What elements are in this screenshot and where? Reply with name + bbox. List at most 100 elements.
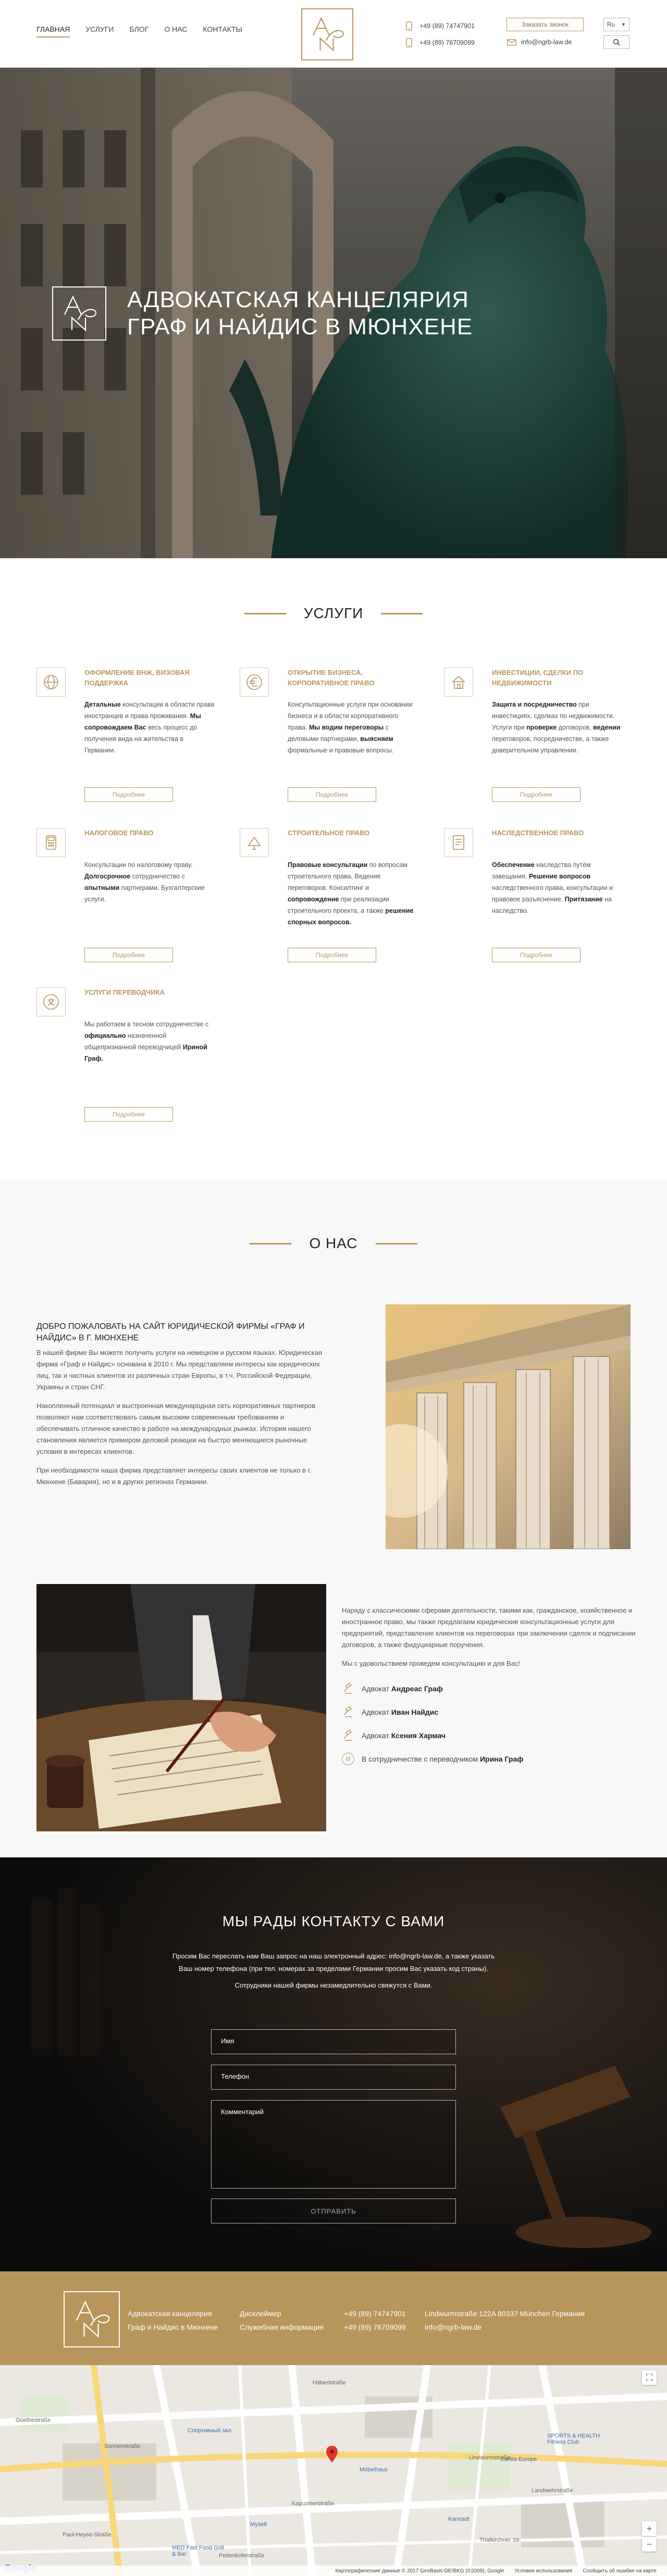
- map-street-label: Kapuzinerstraße: [292, 2500, 334, 2507]
- map-poi-label: Möbelhaus: [360, 2467, 388, 2473]
- service-description: Обеспечение наследства путём завещания. …: [492, 861, 613, 914]
- footer-address: Lindwurmstraße 122A 80337 München Герман…: [425, 2309, 585, 2318]
- columns-photo: [386, 1304, 631, 1549]
- about-section: О НАС Добро пожаловать на сайт юридическ…: [0, 1180, 667, 1857]
- map-poi-label: SPORTS & HEALTH Fitness Club: [547, 2433, 600, 2445]
- phone-icon: [404, 37, 414, 48]
- send-button[interactable]: Отправить: [211, 2198, 456, 2223]
- services-title: УСЛУГИ: [303, 605, 364, 621]
- service-card: Налоговое право Консультации по налоговом…: [36, 828, 214, 969]
- nav-contacts[interactable]: КОНТАКТЫ: [203, 25, 242, 37]
- divider: [250, 1242, 292, 1245]
- footer-email[interactable]: info@ngrb-law.de: [425, 2320, 585, 2334]
- trowel-icon: [240, 828, 269, 857]
- more-button[interactable]: Подробнее: [84, 1107, 173, 1122]
- order-call-button[interactable]: Заказать звонок: [507, 18, 584, 31]
- service-title[interactable]: Оформление ВНЖ, визовая поддержка: [84, 668, 215, 688]
- about-heading: О НАС: [0, 1235, 667, 1252]
- footer-company-line: Адвокатская канцелярия: [128, 2309, 212, 2318]
- contact-title: МЫ РАДЫ КОНТАКТУ С ВАМИ: [222, 1913, 445, 1929]
- services-section: УСЛУГИ Оформление ВНЖ, визовая поддержка…: [0, 558, 667, 1180]
- map-street-label: Häberlstraße: [313, 2380, 346, 2386]
- header-phone-1[interactable]: +49 (89) 74747901: [419, 22, 475, 30]
- nav-services[interactable]: УСЛУГИ: [85, 25, 114, 37]
- footer-phones: +49 (89) 74747901 +49 (89) 76709099: [344, 2307, 406, 2334]
- lawyer-signing-photo: [36, 1584, 326, 1831]
- phone-input[interactable]: Телефон: [211, 2065, 456, 2090]
- site-logo[interactable]: [301, 8, 353, 60]
- divider: [375, 1242, 417, 1245]
- map-street-label: Pettenkoferstraße: [219, 2553, 265, 2559]
- more-button[interactable]: Подробнее: [288, 948, 376, 962]
- map-report-link[interactable]: Сообщить об ошибке на карте: [583, 2568, 657, 2574]
- gavel-icon: [342, 1729, 354, 1742]
- search-button[interactable]: [603, 35, 629, 49]
- google-map[interactable]: Goethestraße Häberlstraße Sonnenstraße L…: [0, 2365, 667, 2576]
- header-email-row: info@ngrb-law.de: [507, 35, 572, 49]
- comment-textarea[interactable]: Комментарий: [211, 2100, 456, 2189]
- lawyer-name: Иван Найдис: [391, 1707, 439, 1716]
- service-card: Оформление ВНЖ, визовая поддержка Детальн…: [36, 668, 214, 808]
- map-poi-label: Музей: [250, 2521, 267, 2528]
- language-select[interactable]: Ru ▼: [603, 18, 629, 31]
- contact-section: МЫ РАДЫ КОНТАКТУ С ВАМИ Просим Вас перес…: [0, 1857, 667, 2271]
- service-card: Услуги переводчика Мы работаем в тесном с…: [36, 987, 214, 1128]
- map-street-label: Paul-Heyse-Straße: [63, 2532, 112, 2538]
- service-title[interactable]: Открытие бизнеса, корпоративное право: [288, 668, 418, 688]
- service-title[interactable]: Инвестиции, сделки по недвижимости: [492, 668, 622, 688]
- about-intro: Добро пожаловать на сайт юридической фир…: [36, 1321, 328, 1495]
- footer-logo[interactable]: [64, 2291, 120, 2347]
- lawyer-item: Адвокат Андреас Граф: [342, 1677, 639, 1700]
- header-phone-2[interactable]: +49 (89) 76709099: [419, 39, 475, 46]
- zoom-in-button[interactable]: +: [642, 2521, 657, 2536]
- footer-address-block: Lindwurmstraße 122A 80337 München Герман…: [425, 2307, 585, 2334]
- footer-phone[interactable]: +49 (89) 74747901: [344, 2307, 406, 2320]
- nav-about[interactable]: О НАС: [164, 25, 187, 37]
- map-data-text: Картографические данные © 2017 GeoBasis-…: [335, 2568, 504, 2574]
- chevron-down-icon: ▼: [621, 22, 626, 27]
- map-street-label: Goethestraße: [16, 2417, 51, 2423]
- lawyer-title: Адвокат: [362, 1731, 389, 1740]
- hero-title: Адвокатская канцелярия Граф и Найдис в М…: [127, 287, 473, 340]
- more-button[interactable]: Подробнее: [492, 948, 580, 962]
- footer-phone[interactable]: +49 (89) 76709099: [344, 2320, 406, 2334]
- fullscreen-icon[interactable]: ⛶: [642, 2370, 657, 2385]
- nav-home[interactable]: ГЛАВНАЯ: [36, 25, 70, 37]
- header-email[interactable]: info@ngrb-law.de: [521, 39, 572, 46]
- service-description: Правовые консультации по вопросам строит…: [288, 861, 414, 926]
- map-street-label: Thalkirchner Str.: [479, 2537, 522, 2543]
- about-paragraph: При необходимости наша фирма представляе…: [36, 1466, 312, 1486]
- gavel-icon: [342, 1705, 354, 1718]
- contact-message-line: Ваш номер телефона (при тел. номерах за …: [179, 1965, 488, 1972]
- more-button[interactable]: Подробнее: [84, 948, 173, 962]
- map-terms-link[interactable]: Условия использования: [514, 2568, 572, 2574]
- service-title[interactable]: Строительное право: [288, 828, 418, 838]
- nav-blog[interactable]: БЛОГ: [129, 25, 149, 37]
- translate-icon: [36, 987, 66, 1016]
- mail-icon: [507, 37, 517, 47]
- about-paragraph: Наряду с классическими сферами деятельно…: [342, 1606, 636, 1649]
- service-title[interactable]: Налоговое право: [84, 828, 215, 838]
- calculator-icon: [36, 828, 66, 857]
- lawyer-item: Адвокат Ксения Хармач: [342, 1724, 639, 1747]
- more-button[interactable]: Подробнее: [492, 787, 580, 802]
- service-title[interactable]: Услуги переводчика: [84, 987, 215, 998]
- map-tiles: [0, 2365, 667, 2576]
- more-button[interactable]: Подробнее: [84, 787, 173, 802]
- map-street-label: Sonnenstraße: [104, 2443, 141, 2449]
- language-value: Ru: [607, 21, 615, 28]
- service-info-link[interactable]: Служебная информация: [240, 2320, 324, 2334]
- service-description: Защита и посредничество при инвестициях,…: [492, 701, 621, 754]
- about-services-text: Наряду с классическими сферами деятельно…: [342, 1605, 639, 1770]
- map-poi-label: Спортивный зал: [188, 2428, 231, 2434]
- service-title[interactable]: Наследственное право: [492, 828, 622, 838]
- map-marker-icon[interactable]: [326, 2446, 338, 2462]
- zoom-out-button[interactable]: −: [642, 2537, 657, 2552]
- site-header: ГЛАВНАЯ УСЛУГИ БЛОГ О НАС КОНТАКТЫ +49 (…: [0, 0, 667, 68]
- more-button[interactable]: Подробнее: [288, 787, 376, 802]
- name-input[interactable]: Имя: [211, 2029, 456, 2054]
- euro-icon: [240, 668, 269, 697]
- disclaimer-link[interactable]: Дисклеймер: [240, 2307, 324, 2320]
- phone-icon: [404, 21, 414, 31]
- service-card: Строительное право Правовые консультации …: [240, 828, 417, 969]
